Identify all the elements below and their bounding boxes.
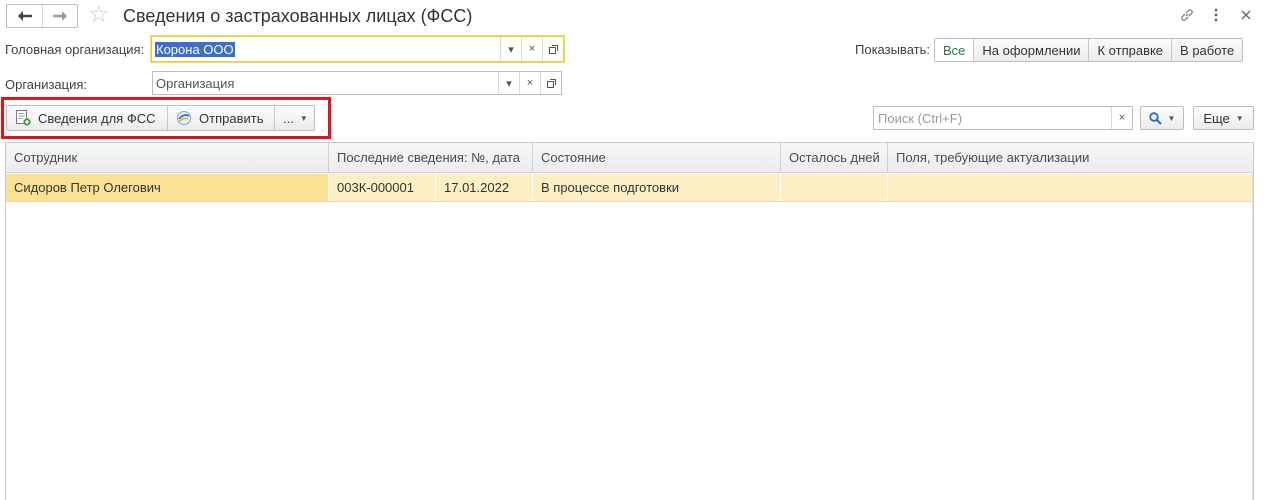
- cell-state: В процессе подготовки: [532, 174, 780, 201]
- head-org-label: Головная организация:: [5, 42, 145, 57]
- create-fss-info-label: Сведения для ФСС: [38, 110, 156, 126]
- page-title: Сведения о застрахованных лицах (ФСС): [123, 6, 473, 26]
- filter-in-work[interactable]: В работе: [1171, 39, 1243, 61]
- favorite-star-icon[interactable]: ☆: [88, 2, 110, 28]
- search-button[interactable]: ▼: [1140, 106, 1184, 130]
- clear-icon[interactable]: ×: [1111, 107, 1132, 129]
- more-actions-label: ...: [283, 110, 294, 126]
- employees-table: Сотрудник Последние сведения: №, дата Со…: [5, 142, 1254, 500]
- dropdown-icon[interactable]: ▾: [500, 37, 521, 61]
- column-state[interactable]: Состояние: [532, 143, 780, 172]
- filter-in-progress[interactable]: На оформлении: [973, 39, 1089, 61]
- clear-icon[interactable]: ×: [521, 37, 542, 61]
- forward-button[interactable]: [42, 5, 77, 27]
- column-days-left[interactable]: Осталось дней: [780, 143, 887, 172]
- open-icon[interactable]: [540, 72, 561, 94]
- back-button[interactable]: [7, 5, 42, 27]
- cell-employee: Сидоров Петр Олегович: [6, 174, 328, 201]
- table-header: Сотрудник Последние сведения: №, дата Со…: [6, 143, 1253, 173]
- search-field[interactable]: Поиск (Ctrl+F) ×: [873, 106, 1133, 130]
- table-edge: [1252, 173, 1253, 500]
- cell-number: 003К-000001: [328, 174, 435, 201]
- navigation-buttons: [6, 4, 78, 28]
- org-field[interactable]: Организация ▾ ×: [152, 71, 562, 95]
- arrow-left-icon: [17, 11, 32, 21]
- send-label: Отправить: [199, 110, 264, 126]
- clear-icon[interactable]: ×: [519, 72, 540, 94]
- open-icon[interactable]: [542, 37, 563, 61]
- search-icon: [1148, 111, 1162, 125]
- create-fss-info-button[interactable]: Сведения для ФСС: [7, 106, 167, 130]
- filter-all[interactable]: Все: [935, 39, 974, 61]
- more-menu-label: Еще: [1203, 110, 1230, 126]
- head-org-value-wrap: Корона ООО: [152, 41, 500, 57]
- column-employee[interactable]: Сотрудник: [6, 143, 328, 172]
- chevron-down-icon: ▼: [1235, 113, 1244, 123]
- status-filter: Все На оформлении К отправке В работе: [934, 38, 1244, 62]
- close-icon[interactable]: [1236, 5, 1256, 25]
- document-add-icon: [15, 110, 31, 126]
- cell-date: 17.01.2022: [435, 174, 532, 201]
- filter-to-send[interactable]: К отправке: [1088, 39, 1172, 61]
- column-fields[interactable]: Поля, требующие актуализации: [887, 143, 1254, 172]
- more-vertical-icon[interactable]: [1206, 5, 1226, 25]
- org-label: Организация:: [5, 77, 88, 92]
- chevron-down-icon: ▼: [299, 113, 308, 123]
- search-input[interactable]: Поиск (Ctrl+F): [874, 111, 1111, 126]
- dropdown-icon[interactable]: ▾: [498, 72, 519, 94]
- command-bar: Сведения для ФСС Отправить ... ▼: [6, 105, 315, 131]
- head-org-field[interactable]: Корона ООО ▾ ×: [151, 36, 564, 62]
- chevron-down-icon: ▼: [1167, 113, 1176, 123]
- table-row[interactable]: Сидоров Петр Олегович 003К-000001 17.01.…: [6, 174, 1253, 202]
- column-last-info[interactable]: Последние сведения: №, дата: [328, 143, 532, 172]
- head-org-value: Корона ООО: [155, 41, 235, 57]
- more-menu-button[interactable]: Еще ▼: [1193, 106, 1254, 130]
- more-actions-button[interactable]: ... ▼: [274, 106, 314, 130]
- show-label: Показывать:: [855, 42, 930, 57]
- cell-days-left: [780, 174, 887, 201]
- cell-fields: [887, 174, 1254, 201]
- send-icon: [176, 110, 192, 126]
- send-button[interactable]: Отправить: [167, 106, 274, 130]
- org-input[interactable]: Организация: [153, 76, 498, 91]
- link-icon[interactable]: [1177, 5, 1197, 25]
- arrow-right-icon: [53, 11, 67, 21]
